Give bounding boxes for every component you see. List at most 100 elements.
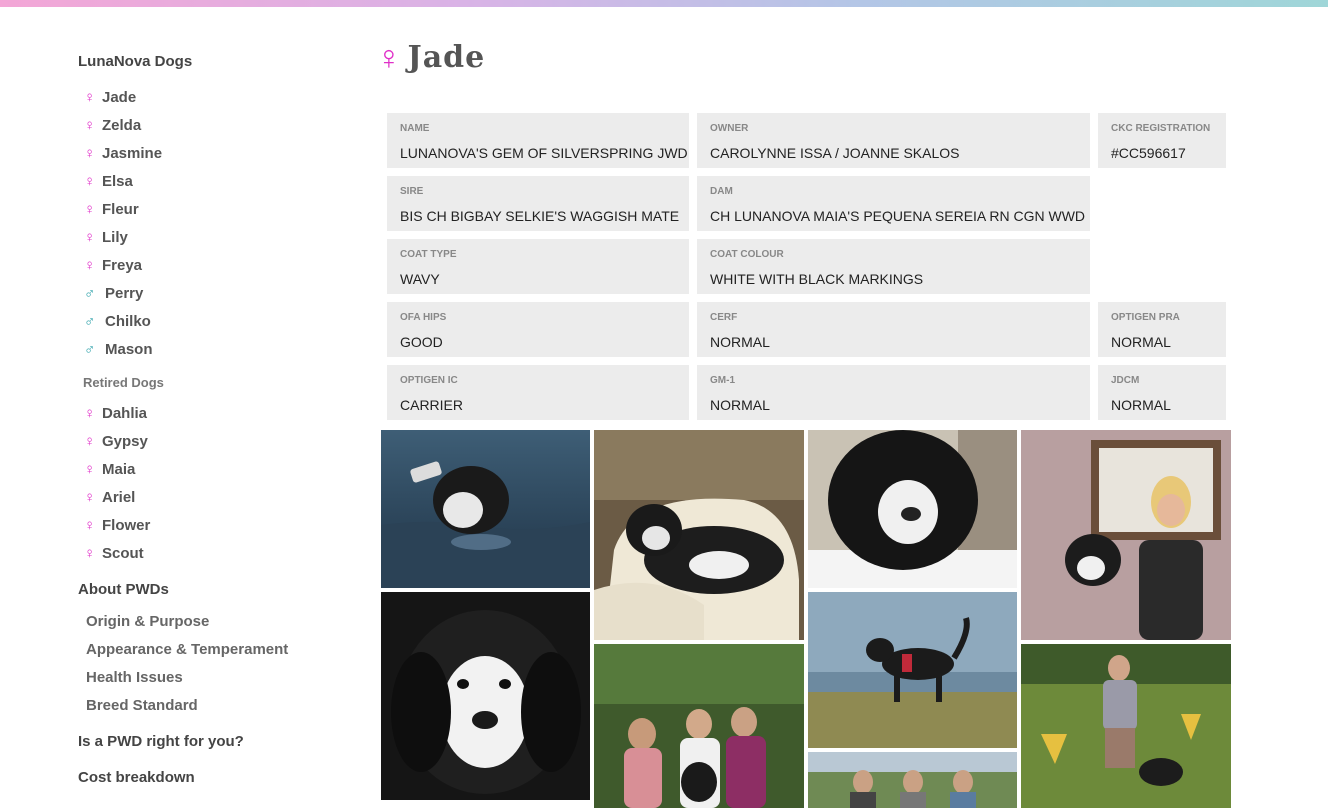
female-icon: ♀ [84,517,96,534]
info-sire: SIRE BIS CH BIGBAY SELKIE'S WAGGISH MATE [387,176,689,231]
sidebar: LunaNova Dogs ♀ Jade ♀ Zelda ♀ Jasmine ♀ Elsa ♀ F… [78,52,338,796]
info-dam: DAM CH LUNANOVA MAIA'S PEQUENA SEREIA RN… [697,176,1090,231]
sidebar-item-freya[interactable]: ♀ Freya [78,252,338,280]
info-label: DAM [710,186,733,197]
info-name: NAME LUNANOVA'S GEM OF SILVERSPRING JWD [387,113,689,168]
sidebar-item-elsa[interactable]: ♀ Elsa [78,168,338,196]
sidebar-item-label: Freya [102,257,143,274]
info-value: GOOD [400,334,443,350]
sidebar-item-perry[interactable]: ♂ Perry [78,280,338,308]
info-label: OFA HIPS [400,312,447,323]
sidebar-item-flower[interactable]: ♀ Flower [78,512,338,540]
info-label: OPTIGEN PRA [1111,312,1180,323]
nav-about-pwds[interactable]: About PWDs [78,572,338,608]
photo-dog-on-couch[interactable] [594,430,804,640]
sidebar-item-label: Dahlia [102,405,148,422]
female-icon: ♀ [84,461,96,478]
info-value: CAROLYNNE ISSA / JOANNE SKALOS [710,145,960,161]
retired-heading: Retired Dogs [83,375,164,390]
info-owner: OWNER CAROLYNNE ISSA / JOANNE SKALOS [697,113,1090,168]
sidebar-item-label: Zelda [102,117,142,134]
photo-dog-swimming[interactable] [381,430,590,588]
sidebar-item-chilko[interactable]: ♂ Chilko [78,308,338,336]
female-icon: ♀ [84,545,96,562]
info-label: OPTIGEN IC [400,375,458,386]
sidebar-item-label: Gypsy [102,433,148,450]
info-gm1: GM-1 NORMAL [697,365,1090,420]
female-icon: ♀ [84,173,96,190]
info-label: CKC REGISTRATION [1111,123,1211,134]
page-title: ♀ Jade [376,38,485,78]
female-icon: ♀ [84,229,96,246]
info-value: NORMAL [1111,334,1171,350]
info-value: #CC596617 [1111,145,1186,161]
info-label: GM-1 [710,375,735,386]
info-value: NORMAL [1111,397,1171,413]
photo-curly-dog-snow[interactable] [808,430,1017,588]
sidebar-item-ariel[interactable]: ♀ Ariel [78,484,338,512]
info-label: JDCM [1111,375,1140,386]
female-icon: ♀ [84,89,96,106]
photo-group-outdoors[interactable] [808,752,1017,808]
info-ofa-hips: OFA HIPS GOOD [387,302,689,357]
sidebar-item-lily[interactable]: ♀ Lily [78,224,338,252]
info-label: CERF [710,312,738,323]
female-icon: ♀ [84,201,96,218]
sidebar-item-dahlia[interactable]: ♀ Dahlia [78,400,338,428]
photo-woman-holding-puppy[interactable] [1021,430,1231,640]
dog-name-heading: Jade [407,40,486,75]
sidebar-item-label: Fleur [102,201,139,218]
info-value: CARRIER [400,397,464,413]
sidebar-item-label: Jade [102,89,137,106]
photo-group-with-dog[interactable] [594,644,804,808]
info-label: OWNER [710,123,749,134]
female-icon: ♀ [84,117,96,134]
nav-breed-standard[interactable]: Breed Standard [78,692,338,720]
sidebar-item-gypsy[interactable]: ♀ Gypsy [78,428,338,456]
info-value: NORMAL [710,334,770,350]
nav-right-for-you[interactable]: Is a PWD right for you? [78,724,338,760]
female-icon: ♀ [84,489,96,506]
info-value: CH LUNANOVA MAIA'S PEQUENA SEREIA RN CGN… [710,208,1086,224]
sidebar-item-fleur[interactable]: ♀ Fleur [78,196,338,224]
photo-dog-on-beach[interactable] [808,592,1017,748]
retired-list: ♀ Dahlia ♀ Gypsy ♀ Maia ♀ Ariel ♀ Flower ♀ Scout [78,400,338,568]
sidebar-heading: LunaNova Dogs [78,53,193,70]
info-ckc-registration: CKC REGISTRATION #CC596617 [1098,113,1226,168]
female-icon: ♀ [84,257,96,274]
sidebar-item-label: Ariel [102,489,136,506]
info-value: WHITE WITH BLACK MARKINGS [710,271,924,287]
sidebar-item-label: Scout [102,545,144,562]
male-icon: ♂ [84,341,96,358]
nav-health-issues[interactable]: Health Issues [78,664,338,692]
sidebar-item-scout[interactable]: ♀ Scout [78,540,338,568]
photo-dog-show-ring[interactable] [1021,644,1231,808]
photo-puppy-closeup[interactable] [381,592,590,800]
sidebar-item-zelda[interactable]: ♀ Zelda [78,112,338,140]
dog-list: ♀ Jade ♀ Zelda ♀ Jasmine ♀ Elsa ♀ Fleur ♀ Lily ♀ Frey… [78,84,338,364]
sidebar-item-label: Elsa [102,173,133,190]
info-label: COAT TYPE [400,249,457,260]
nav-cost-breakdown[interactable]: Cost breakdown [78,760,338,796]
female-icon: ♀ [84,433,96,450]
sidebar-item-jasmine[interactable]: ♀ Jasmine [78,140,338,168]
nav-appearance-temperament[interactable]: Appearance & Temperament [78,636,338,664]
info-label: NAME [400,123,430,134]
sidebar-item-jade[interactable]: ♀ Jade [78,84,338,112]
sidebar-item-label: Chilko [105,313,151,330]
info-optigen-pra: OPTIGEN PRA NORMAL [1098,302,1226,357]
sidebar-item-label: Lily [102,229,128,246]
top-gradient-bar [0,0,1328,7]
male-icon: ♂ [84,285,96,302]
info-value: BIS CH BIGBAY SELKIE'S WAGGISH MATE [400,208,680,224]
sidebar-item-maia[interactable]: ♀ Maia [78,456,338,484]
female-icon: ♀ [84,145,96,162]
info-label: COAT COLOUR [710,249,784,260]
info-jdcm: JDCM NORMAL [1098,365,1226,420]
sidebar-item-mason[interactable]: ♂ Mason [78,336,338,364]
info-value: WAVY [400,271,440,287]
info-coat-colour: COAT COLOUR WHITE WITH BLACK MARKINGS [697,239,1090,294]
sidebar-item-label: Maia [102,461,136,478]
sidebar-item-label: Jasmine [102,145,163,162]
nav-origin-purpose[interactable]: Origin & Purpose [78,608,338,636]
